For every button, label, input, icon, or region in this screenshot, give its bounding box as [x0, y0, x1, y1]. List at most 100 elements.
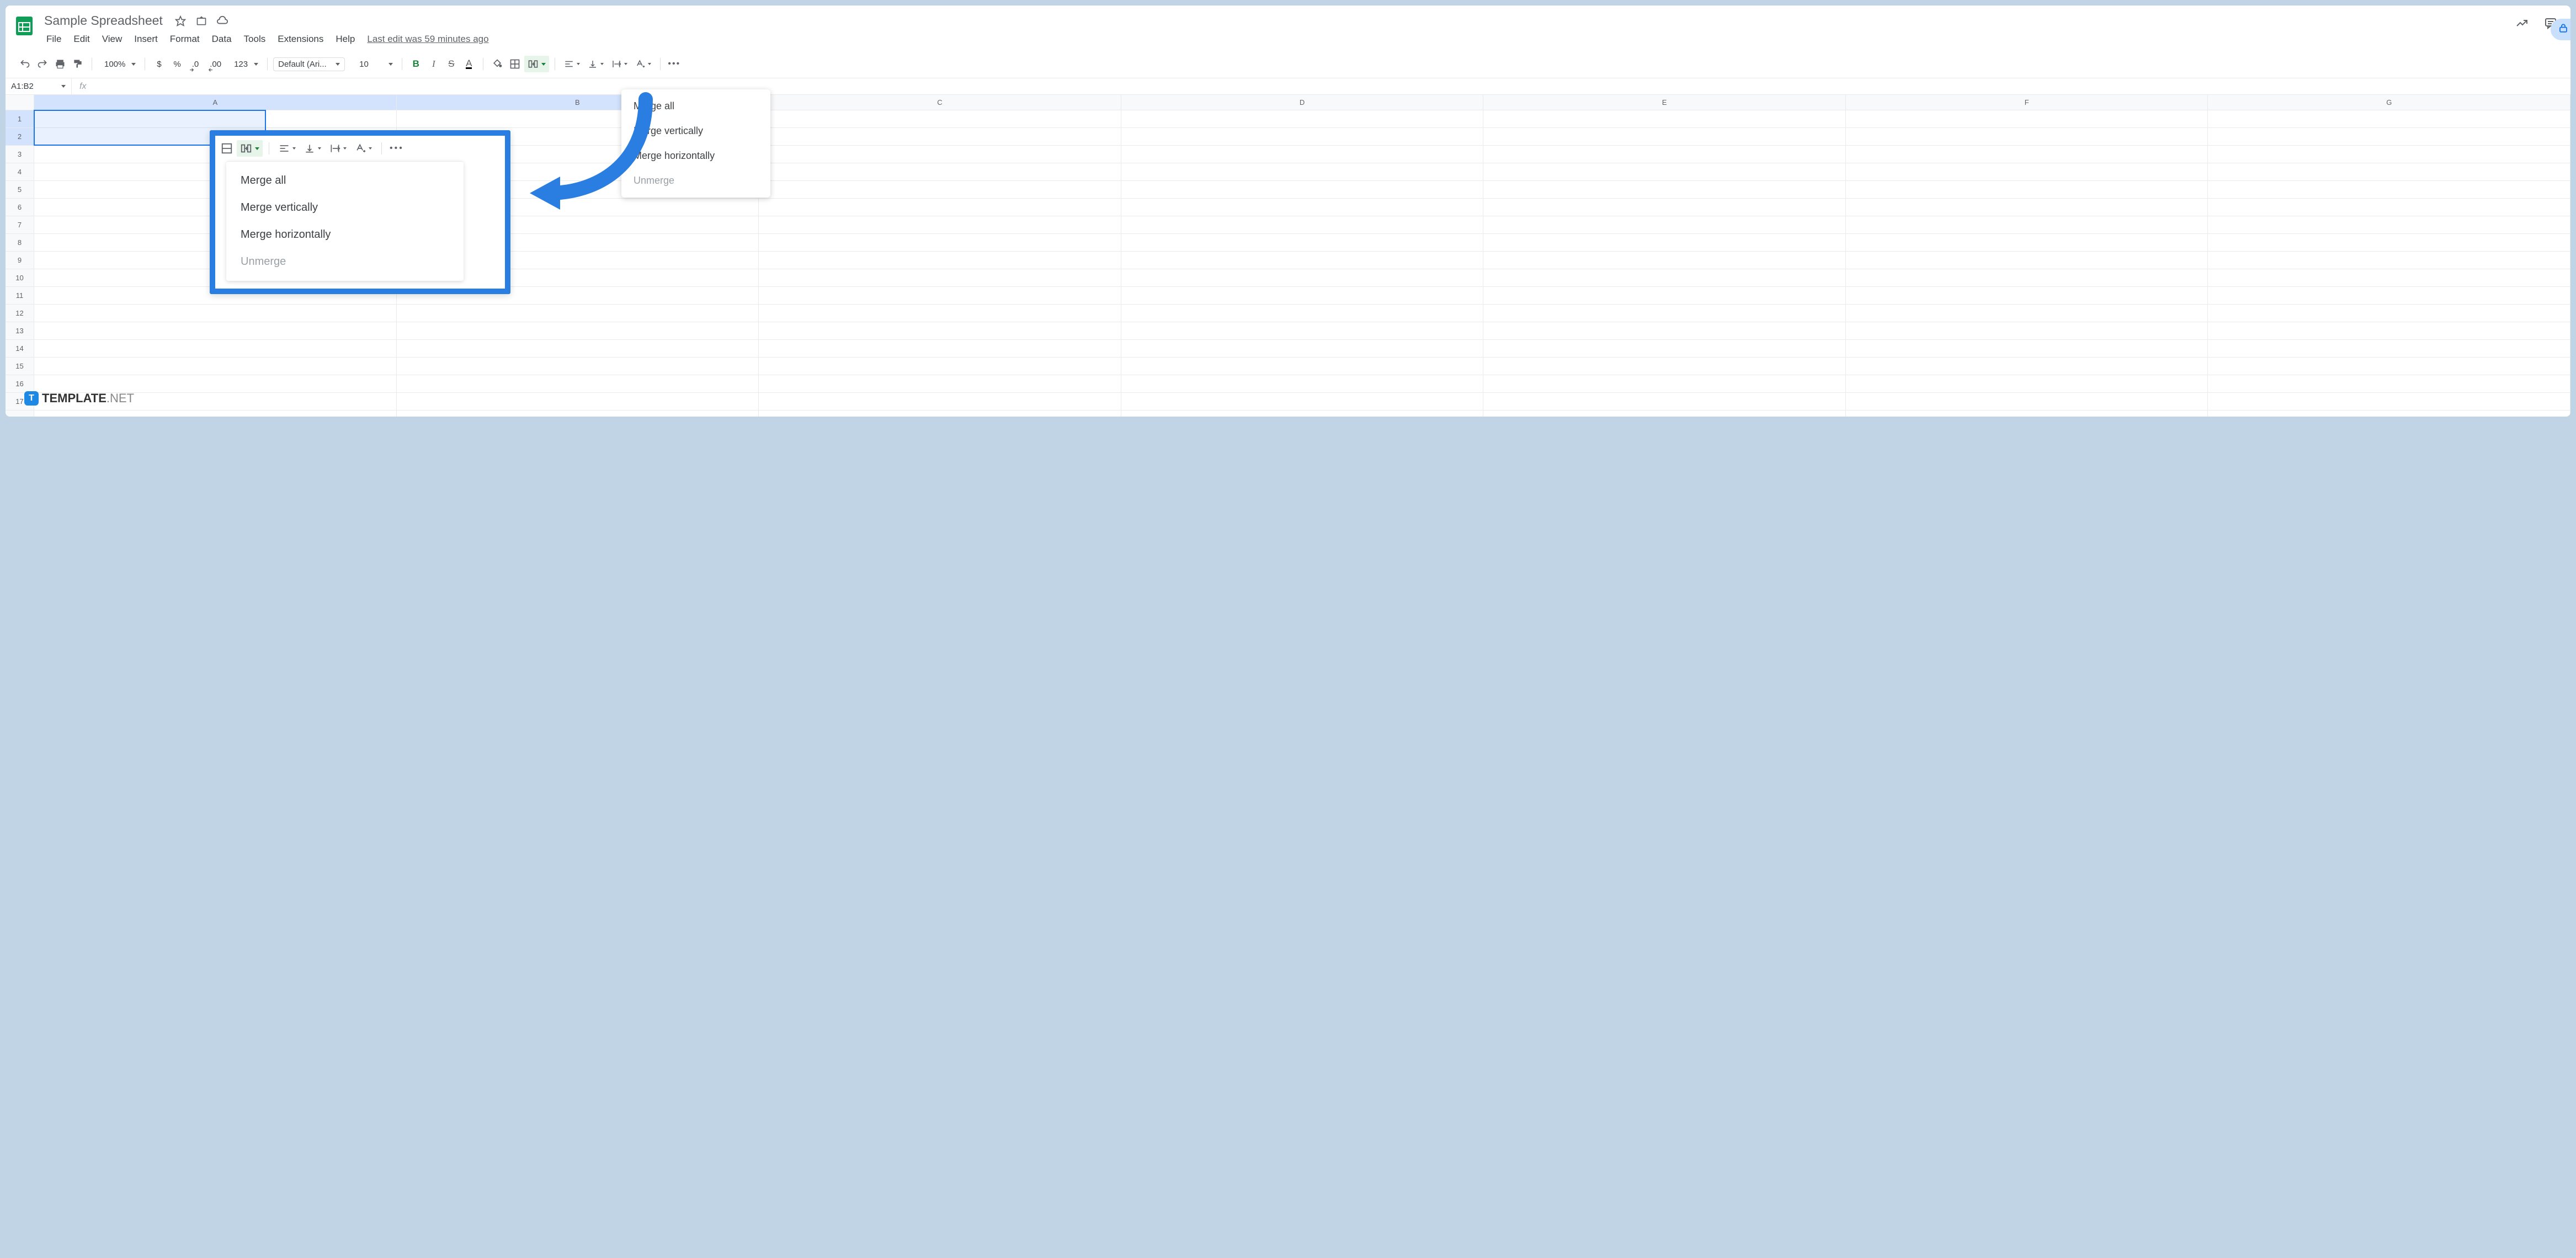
formula-input[interactable] [105, 78, 2570, 94]
text-wrap-icon[interactable] [608, 56, 631, 72]
callout-toolbar: ••• [215, 136, 505, 161]
increase-decimal-button[interactable]: .00 [205, 56, 226, 72]
paint-format-icon[interactable] [70, 56, 86, 72]
column-header[interactable]: E [1483, 95, 1846, 110]
undo-icon[interactable] [17, 56, 33, 72]
decrease-decimal-button[interactable]: .0 [187, 56, 204, 72]
row-header[interactable]: 13 [6, 322, 34, 340]
merge-all-option[interactable]: Merge all [226, 167, 464, 194]
horizontal-align-icon[interactable] [275, 140, 299, 157]
borders-icon[interactable] [507, 56, 523, 72]
toolbar-more-button[interactable]: ••• [388, 140, 406, 157]
column-headers: A B C D E F G [34, 95, 2570, 110]
row-header[interactable]: 2 [6, 128, 34, 146]
italic-button[interactable]: I [425, 56, 442, 72]
text-rotation-icon[interactable] [352, 140, 375, 157]
column-header[interactable]: C [759, 95, 1121, 110]
menu-help[interactable]: Help [330, 31, 360, 47]
vertical-align-icon[interactable] [301, 140, 324, 157]
toolbar-more-button[interactable]: ••• [666, 56, 683, 72]
row-header[interactable]: 4 [6, 163, 34, 181]
strikethrough-button[interactable]: S [443, 56, 460, 72]
tutorial-callout: ••• Merge all Merge vertically Merge hor… [210, 130, 510, 294]
share-button-clipped[interactable] [2551, 19, 2570, 40]
column-header[interactable]: G [2208, 95, 2570, 110]
row-header[interactable]: 10 [6, 269, 34, 287]
font-size-dropdown[interactable]: 10 [353, 56, 396, 72]
activity-icon[interactable] [2515, 17, 2529, 30]
menu-bar: File Edit View Insert Format Data Tools … [41, 31, 2515, 47]
watermark-brand: TEMPLATE [42, 391, 107, 405]
menu-insert[interactable]: Insert [129, 31, 163, 47]
cloud-status-icon[interactable] [216, 14, 229, 28]
caret-down-icon [624, 63, 627, 65]
vertical-align-icon[interactable] [584, 56, 607, 72]
menu-tools[interactable]: Tools [238, 31, 272, 47]
row-header[interactable]: 1 [6, 110, 34, 128]
menu-file[interactable]: File [41, 31, 67, 47]
separator [660, 58, 661, 70]
column-header[interactable]: A [34, 95, 397, 110]
column-header[interactable]: F [1846, 95, 2208, 110]
currency-button[interactable]: $ [151, 56, 167, 72]
caret-down-icon [254, 63, 258, 66]
row-header[interactable]: 7 [6, 216, 34, 234]
horizontal-align-icon[interactable] [561, 56, 583, 72]
text-wrap-icon[interactable] [326, 140, 350, 157]
menu-edit[interactable]: Edit [68, 31, 95, 47]
print-icon[interactable] [52, 56, 68, 72]
menu-data[interactable]: Data [206, 31, 237, 47]
merge-vertically-option[interactable]: Merge vertically [226, 194, 464, 221]
menu-view[interactable]: View [97, 31, 128, 47]
separator [381, 142, 382, 154]
menu-format[interactable]: Format [164, 31, 205, 47]
separator [267, 58, 268, 70]
font-dropdown[interactable]: Default (Ari... [273, 57, 345, 71]
merge-cells-button[interactable] [237, 140, 263, 157]
merge-cells-button[interactable] [524, 56, 549, 72]
text-color-button[interactable]: A [461, 56, 477, 72]
row-header[interactable]: 3 [6, 146, 34, 163]
text-rotation-icon[interactable] [632, 56, 654, 72]
caret-down-icon [61, 85, 66, 88]
star-icon[interactable] [174, 14, 187, 28]
unmerge-option[interactable]: Unmerge [226, 248, 464, 275]
row-header[interactable]: 6 [6, 199, 34, 216]
row-header[interactable]: 14 [6, 340, 34, 358]
zoom-dropdown[interactable]: 100% [98, 56, 139, 72]
merge-vertically-option[interactable]: Merge vertically [621, 119, 770, 143]
borders-icon[interactable] [219, 140, 235, 157]
row-header[interactable]: 11 [6, 287, 34, 305]
caret-down-icon [648, 63, 651, 65]
row-header[interactable]: 8 [6, 234, 34, 252]
last-edit-link[interactable]: Last edit was 59 minutes ago [367, 34, 488, 45]
doc-title[interactable]: Sample Spreadsheet [41, 12, 166, 29]
row-header[interactable]: 15 [6, 358, 34, 375]
fill-color-icon[interactable] [489, 56, 505, 72]
merge-all-option[interactable]: Merge all [621, 94, 770, 119]
column-header[interactable]: D [1121, 95, 1484, 110]
bold-button[interactable]: B [408, 56, 424, 72]
row-header[interactable]: 9 [6, 252, 34, 269]
fx-label: fx [72, 82, 105, 92]
row-header[interactable]: 12 [6, 305, 34, 322]
row-header[interactable]: 18 [6, 411, 34, 417]
caret-down-icon [600, 63, 604, 65]
redo-icon[interactable] [34, 56, 51, 72]
unmerge-option[interactable]: Unmerge [621, 168, 770, 193]
sheets-logo[interactable] [12, 10, 36, 42]
watermark-suffix: .NET [107, 391, 134, 405]
merge-horizontally-option[interactable]: Merge horizontally [621, 143, 770, 168]
row-header[interactable]: 16 [6, 375, 34, 393]
percent-button[interactable]: % [168, 56, 185, 72]
merge-dropdown-menu: Merge all Merge vertically Merge horizon… [621, 89, 770, 198]
menu-extensions[interactable]: Extensions [272, 31, 329, 47]
name-box[interactable]: A1:B2 [6, 78, 72, 94]
select-all-corner[interactable] [6, 95, 34, 110]
move-icon[interactable] [195, 14, 208, 28]
watermark-logo: T [24, 391, 39, 406]
number-format-dropdown[interactable]: 123 [227, 56, 262, 72]
row-header[interactable]: 5 [6, 181, 34, 199]
doc-info: Sample Spreadsheet File Edit View Insert… [41, 10, 2515, 47]
merge-horizontally-option[interactable]: Merge horizontally [226, 221, 464, 248]
